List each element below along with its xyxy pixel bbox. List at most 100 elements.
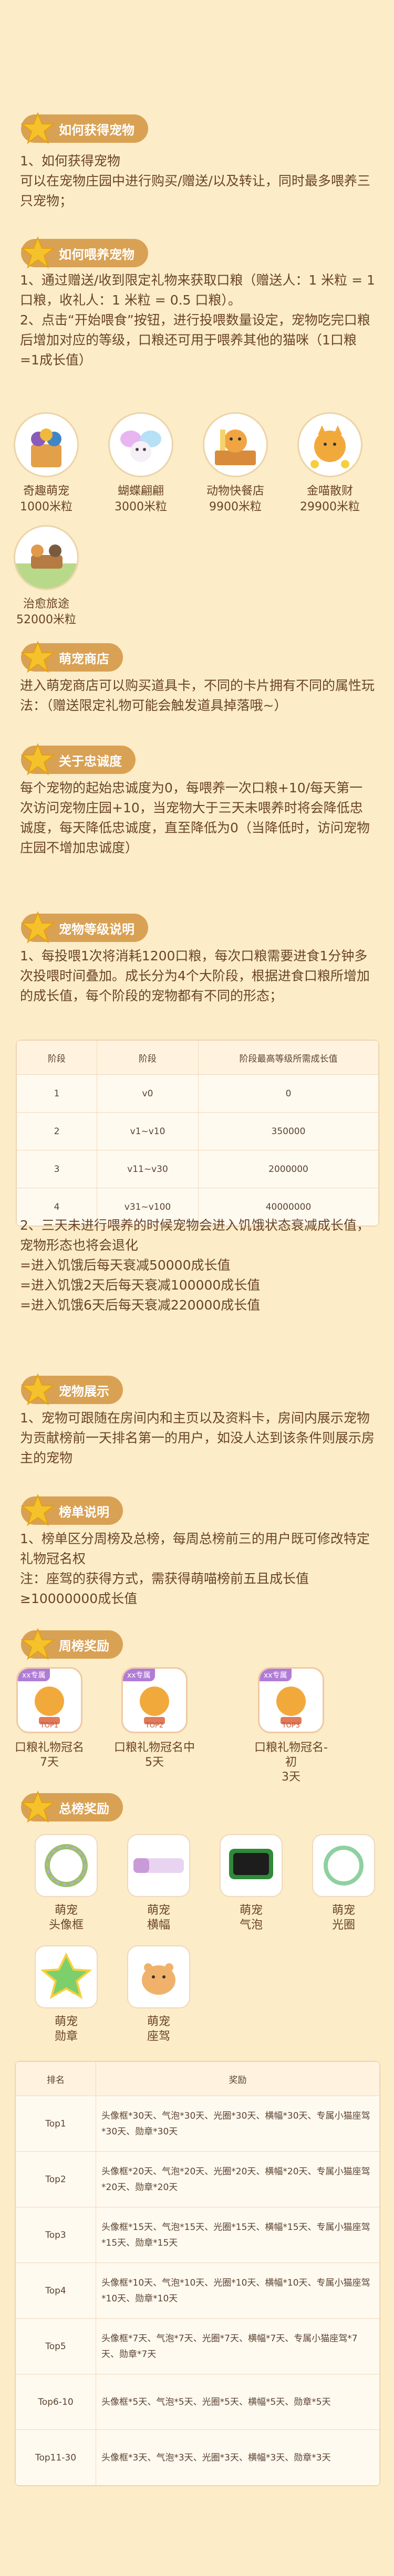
body-line: 1、如何获得宠物: [20, 153, 120, 169]
section-title: 宠物展示: [59, 1384, 109, 1399]
section-body: 1、每投喂1次将消耗1200口粮，每次口粮需要进食1分钟多次投喂时间叠加。成长分…: [20, 946, 375, 1006]
reward-type: 头像框: [48, 1919, 84, 1932]
table-cell: 头像框*15天、气泡*15天、光圈*15天、横幅*15天、专属小猫座驾*15天、…: [96, 2207, 380, 2263]
butterfly-icon: [108, 412, 173, 477]
section-tag-rank-desc: 榜单说明: [21, 1494, 123, 1526]
table-cell: 3: [16, 1150, 97, 1188]
total-reward-item[interactable]: 萌宠 横幅: [117, 1834, 201, 1933]
star-icon: [21, 1373, 55, 1406]
table-cell: 头像框*5天、气泡*5天、光圈*5天、横幅*5天、勋章*5天: [96, 2374, 380, 2430]
total-reward-table: 排名 奖励 Top1 头像框*30天、气泡*30天、光圈*30天、横幅*30天、…: [15, 2061, 380, 2486]
section-body: 每个宠物的起始忠诚度为0，每喂养一次口粮+10/每天第一次访问宠物庄园+10，当…: [20, 778, 375, 858]
gift-item[interactable]: 治愈旅途 52000米粒: [9, 525, 83, 628]
table-row: Top6-10 头像框*5天、气泡*5天、光圈*5天、横幅*5天、勋章*5天: [15, 2374, 380, 2430]
gift-item[interactable]: 金喵散财 29900米粒: [293, 412, 367, 515]
wreath-frame-icon: [35, 1834, 98, 1897]
section-title: 如何获得宠物: [59, 122, 134, 138]
section-body: 1、通过赠送/收到限定礼物来获取口粮（赠送人：1 米粒 = 1 口粮，收礼人：1…: [20, 270, 375, 370]
table-row: Top1 头像框*30天、气泡*30天、光圈*30天、横幅*30天、专属小猫座驾…: [15, 2096, 380, 2152]
gift-item[interactable]: 蝴蝶翩翩 3000米粒: [104, 412, 178, 515]
body-line: =进入饥饿6天后每天衰减220000成长值: [20, 1297, 261, 1313]
table-row: Top11-30 头像框*3天、气泡*3天、光圈*3天、横幅*3天、勋章*3天: [15, 2430, 380, 2486]
reward-category: 萌宠: [54, 1904, 78, 1917]
star-icon: [21, 1494, 55, 1526]
gift-price: 1000米粒: [20, 500, 72, 514]
total-reward-item[interactable]: 萌宠 勋章: [24, 1945, 108, 2044]
body-line: 进入萌宠商店可以购买道具卡，不同的卡片拥有不同的属性玩法：（赠送限定礼物可能会触…: [20, 678, 375, 713]
gift-price: 3000米粒: [115, 500, 167, 514]
reward-name: 口粮礼物冠名: [14, 1741, 84, 1754]
total-reward-item[interactable]: 萌宠 头像框: [24, 1834, 108, 1933]
reward-duration: 7天: [40, 1756, 59, 1769]
table-header: 阶段: [16, 1040, 97, 1075]
table-cell: 头像框*7天、气泡*7天、光圈*7天、横幅*7天、专属小猫座驾*7天、勋章*7天: [96, 2318, 380, 2374]
trophy-cat-icon: xx专属 TOP1: [16, 1667, 82, 1733]
reward-type: 座驾: [147, 2030, 170, 2043]
top-label: TOP3: [282, 1722, 300, 1730]
table-row: Top5 头像框*7天、气泡*7天、光圈*7天、横幅*7天、专属小猫座驾*7天、…: [15, 2318, 380, 2374]
table-row: 3 v11~v30 2000000: [16, 1150, 379, 1188]
table-cell: 350000: [198, 1112, 379, 1150]
banner-icon: [127, 1834, 190, 1897]
section-tag-how-to-get: 如何获得宠物: [21, 112, 148, 144]
exclusive-badge: xx专属: [260, 1669, 292, 1681]
weekly-reward-item[interactable]: xx专属 TOP1 口粮礼物冠名 7天: [7, 1667, 91, 1770]
reward-type: 勋章: [54, 2030, 78, 2043]
body-line: 2、点击“开始喂食”按钮，进行投喂数量设定，宠物吃完口粮后增加对应的等级，口粮还…: [20, 312, 370, 368]
star-icon: [21, 641, 55, 673]
gift-item[interactable]: 动物快餐店 9900米粒: [199, 412, 272, 515]
total-reward-item[interactable]: 萌宠 气泡: [209, 1834, 293, 1933]
weekly-reward-item[interactable]: xx专属 TOP3 口粮礼物冠名-初 3天: [249, 1667, 333, 1785]
trophy-cat-icon: xx专属 TOP2: [121, 1667, 188, 1733]
table-row: 2 v1~v10 350000: [16, 1112, 379, 1150]
table-cell: Top6-10: [15, 2374, 96, 2430]
body-line: 1、通过赠送/收到限定礼物来获取口粮（赠送人：1 米粒 = 1 口粮，收礼人：1…: [20, 273, 375, 308]
medal-icon: [35, 1945, 98, 2008]
body-line: 注：座驾的获得方式，需获得萌喵榜前五且成长值≥10000000成长值: [20, 1571, 309, 1606]
section-tag-display: 宠物展示: [21, 1373, 123, 1406]
body-line: 1、榜单区分周榜及总榜，每周总榜前三的用户既可修改特定礼物冠名权: [20, 1531, 370, 1566]
gift-name: 蝴蝶翩翩: [117, 485, 164, 498]
rules-page: 如何获得宠物 1、如何获得宠物 可以在宠物庄园中进行购买/赠送/以及转让，同时最…: [0, 0, 394, 2576]
table-header: 奖励: [96, 2061, 380, 2096]
section-title: 关于忠诚度: [59, 753, 122, 769]
table-cell: Top4: [15, 2263, 96, 2319]
star-icon: [21, 112, 55, 144]
table-row: 1 v0 0: [16, 1074, 379, 1113]
body-line: =进入饥饿2天后每天衰减100000成长值: [20, 1277, 261, 1293]
gift-name: 奇趣萌宠: [23, 485, 69, 498]
trophy-cat-icon: xx专属 TOP3: [258, 1667, 324, 1733]
hamster-mount-icon: [127, 1945, 190, 2008]
section-title: 宠物等级说明: [59, 922, 134, 937]
section-title: 萌宠商店: [59, 651, 109, 666]
star-icon: [21, 911, 55, 944]
section-title: 周榜奖励: [59, 1638, 109, 1653]
total-reward-item[interactable]: 萌宠 座驾: [117, 1945, 201, 2044]
top-label: TOP2: [145, 1722, 164, 1730]
gift-name: 治愈旅途: [23, 598, 69, 611]
section-tag-level: 宠物等级说明: [21, 911, 148, 944]
table-cell: v11~v30: [97, 1150, 199, 1188]
fast-food-icon: [203, 412, 268, 477]
weekly-reward-item[interactable]: xx专属 TOP2 口粮礼物冠名中 5天: [112, 1667, 196, 1770]
star-icon: [21, 743, 55, 776]
body-line: 每个宠物的起始忠诚度为0，每喂养一次口粮+10/每天第一次访问宠物庄园+10，当…: [20, 780, 370, 855]
table-row: Top3 头像框*15天、气泡*15天、光圈*15天、横幅*15天、专属小猫座驾…: [15, 2207, 380, 2263]
table-header: 排名: [15, 2061, 96, 2096]
table-cell: Top5: [15, 2318, 96, 2374]
reward-duration: 3天: [282, 1771, 300, 1784]
reward-category: 萌宠: [331, 1904, 355, 1917]
table-cell: 0: [198, 1074, 379, 1113]
section-body-after: 2、三天未进行喂养的时候宠物会进入饥饿状态衰减成长值，宠物形态也将会退化 =进入…: [20, 1216, 375, 1315]
section-body: 1、宠物可跟随在房间内和主页以及资料卡，房间内展示宠物为贡献榜前一天排名第一的用…: [20, 1408, 375, 1468]
gift-item[interactable]: 奇趣萌宠 1000米粒: [9, 412, 83, 515]
gift-price: 29900米粒: [300, 500, 360, 514]
table-cell: Top11-30: [15, 2430, 96, 2486]
total-reward-item[interactable]: 萌宠 光圈: [302, 1834, 386, 1933]
table-cell: 1: [16, 1074, 97, 1113]
journey-icon: [14, 525, 79, 590]
section-body: 1、如何获得宠物 可以在宠物庄园中进行购买/赠送/以及转让，同时最多喂养三只宠物…: [20, 151, 375, 211]
table-row: Top4 头像框*10天、气泡*10天、光圈*10天、横幅*10天、专属小猫座驾…: [15, 2263, 380, 2319]
section-tag-weekly: 周榜奖励: [21, 1628, 123, 1660]
section-tag-shop: 萌宠商店: [21, 641, 123, 673]
